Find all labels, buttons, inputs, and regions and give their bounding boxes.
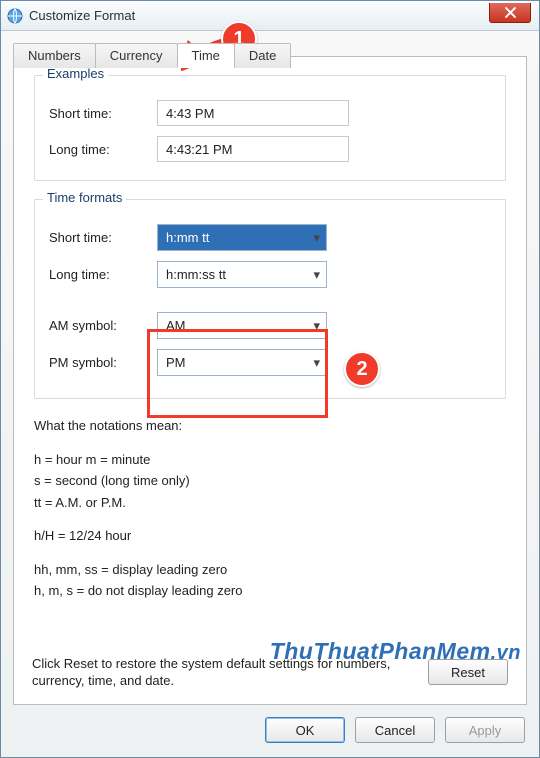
- tab-currency[interactable]: Currency: [95, 43, 178, 68]
- annotation-callout-2: 2: [344, 351, 380, 387]
- notations-heading: What the notations mean:: [34, 417, 506, 435]
- long-time-format-combo[interactable]: h:mm:ss tt ▾: [157, 261, 327, 288]
- short-time-example-label: Short time:: [49, 106, 157, 121]
- ok-button[interactable]: OK: [265, 717, 345, 743]
- long-time-example-label: Long time:: [49, 142, 157, 157]
- reset-row: Click Reset to restore the system defaul…: [32, 655, 508, 690]
- dialog-button-bar: OK Cancel Apply: [265, 717, 525, 743]
- close-icon: [505, 7, 516, 18]
- notation-line: s = second (long time only): [34, 472, 506, 490]
- chevron-down-icon: ▾: [313, 267, 320, 283]
- tab-date[interactable]: Date: [234, 43, 291, 68]
- tab-numbers[interactable]: Numbers: [13, 43, 96, 68]
- customize-format-dialog: Customize Format Numbers Currency Time D…: [0, 0, 540, 758]
- short-time-format-combo[interactable]: h:mm tt ▾: [157, 224, 327, 251]
- am-symbol-label: AM symbol:: [49, 318, 157, 333]
- long-time-example-value: 4:43:21 PM: [157, 136, 349, 162]
- titlebar: Customize Format: [1, 1, 539, 31]
- tab-strip: Numbers Currency Time Date: [13, 43, 539, 68]
- examples-legend: Examples: [43, 66, 108, 81]
- notations-block: What the notations mean: h = hour m = mi…: [34, 417, 506, 600]
- apply-button[interactable]: Apply: [445, 717, 525, 743]
- annotation-highlight-box: [147, 329, 328, 418]
- cancel-button[interactable]: Cancel: [355, 717, 435, 743]
- long-time-format-label: Long time:: [49, 267, 157, 282]
- examples-group: Examples Short time: 4:43 PM Long time: …: [34, 75, 506, 181]
- reset-button[interactable]: Reset: [428, 659, 508, 685]
- notation-line: h, m, s = do not display leading zero: [34, 582, 506, 600]
- short-time-example-value: 4:43 PM: [157, 100, 349, 126]
- window-title: Customize Format: [29, 8, 135, 23]
- short-time-format-label: Short time:: [49, 230, 157, 245]
- time-formats-legend: Time formats: [43, 190, 126, 205]
- close-button[interactable]: [489, 3, 531, 23]
- notation-line: h = hour m = minute: [34, 451, 506, 469]
- notation-line: tt = A.M. or P.M.: [34, 494, 506, 512]
- chevron-down-icon: ▾: [313, 230, 320, 246]
- tab-time[interactable]: Time: [177, 43, 235, 68]
- pm-symbol-label: PM symbol:: [49, 355, 157, 370]
- reset-description: Click Reset to restore the system defaul…: [32, 655, 414, 690]
- globe-icon: [7, 8, 23, 24]
- notation-line: hh, mm, ss = display leading zero: [34, 561, 506, 579]
- short-time-format-value: h:mm tt: [166, 230, 209, 245]
- notation-line: h/H = 12/24 hour: [34, 527, 506, 545]
- long-time-format-value: h:mm:ss tt: [166, 267, 226, 282]
